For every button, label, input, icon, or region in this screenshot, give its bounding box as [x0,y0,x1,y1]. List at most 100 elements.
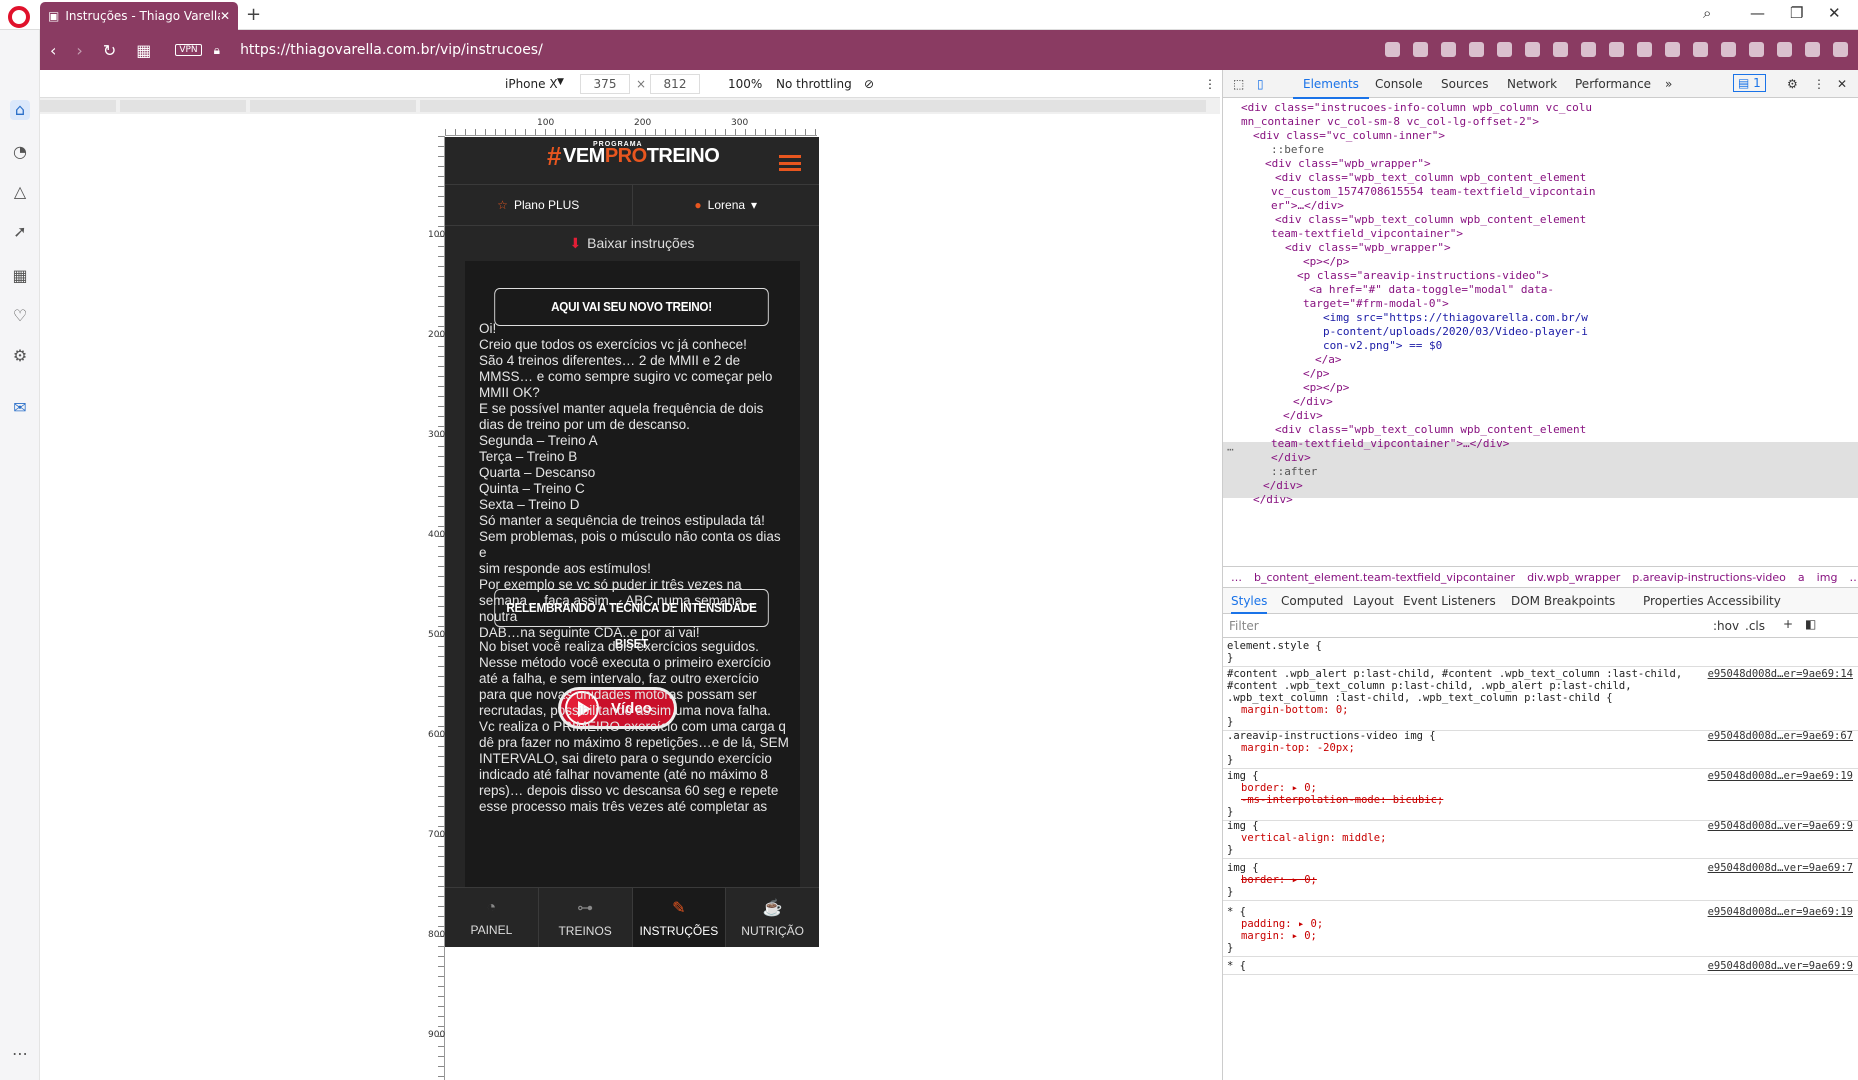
forward-icon[interactable]: › [76,41,82,60]
search-icon[interactable]: ⌕ [1703,4,1711,22]
styles-subtab[interactable]: Layout [1353,594,1394,608]
nav-instrucoes[interactable]: ✎ INSTRUÇÕES [632,888,727,947]
url-field[interactable]: https://thiagovarella.com.br/vip/instruc… [240,42,543,58]
dom-node-line[interactable]: con-v2.png"> == $0 [1323,339,1442,353]
heading-biset[interactable]: RELEMBRANDO A TÉCNICA DE INTENSIDADE BIS… [494,589,769,651]
snapshot-icon[interactable]: △ [10,182,30,202]
styles-subtab[interactable]: Accessibility [1707,594,1781,608]
save-icon[interactable] [1553,42,1568,57]
extension-icon[interactable] [1581,42,1596,57]
cls-toggle[interactable]: .cls [1745,619,1765,633]
extension-icon[interactable] [1749,42,1764,57]
back-icon[interactable]: ‹ [50,41,56,60]
opera-logo-icon[interactable] [8,6,30,28]
dom-node-line[interactable]: </div> [1283,409,1323,423]
device-toggle-icon[interactable]: ▯ [1257,77,1264,91]
extension-icon[interactable] [1637,42,1652,57]
rule-source-link[interactable]: e95048d008d…ver=9ae69:9 [1708,960,1853,972]
edit-icon[interactable] [1385,42,1400,57]
style-rule[interactable]: element.style {} [1223,638,1858,667]
dom-node-line[interactable]: </p> [1303,367,1330,381]
new-tab-icon[interactable]: + [246,4,261,25]
home-icon[interactable]: ⌂ [10,100,30,120]
plan-button[interactable]: ☆ Plano PLUS [445,185,633,225]
dom-node-line[interactable]: <div class="instrucoes-info-column wpb_c… [1241,101,1592,115]
dom-node-line[interactable]: <p class="areavip-instructions-video"> [1297,269,1549,283]
style-rule[interactable]: #content .wpb_alert p:last-child, #conte… [1223,666,1858,731]
breadcrumb-item[interactable]: div.wpb_wrapper [1527,571,1620,584]
nav-painel[interactable]: ◔ PAINEL [445,888,539,947]
dom-node-line[interactable]: p-content/uploads/2020/03/Video-player-i [1323,325,1588,339]
dom-node-line[interactable]: team-textfield_vipcontainer">…</div> [1271,437,1509,451]
inspect-icon[interactable]: ⬚ [1233,77,1244,91]
css-property[interactable]: margin-top: -20px; [1227,742,1855,754]
dom-node-line[interactable]: team-textfield_vipcontainer"> [1271,227,1463,241]
styles-subtab[interactable]: Properties [1643,594,1704,608]
breadcrumb-item[interactable]: … [1231,571,1242,584]
tabs-grid-icon[interactable]: ▦ [136,41,151,60]
download-instructions-link[interactable]: ⬇ Baixar instruções [445,226,819,260]
device-select[interactable]: iPhone X [505,77,558,91]
css-property[interactable]: padding: ▸ 0; [1227,918,1855,930]
hamburger-menu-icon[interactable] [779,155,801,171]
dom-node-line[interactable]: </div> [1293,395,1333,409]
rule-source-link[interactable]: e95048d008d…ver=9ae69:9 [1708,820,1853,832]
css-property[interactable]: -ms-interpolation-mode: bicubic; [1227,794,1855,806]
tab-performance[interactable]: Performance [1575,77,1651,91]
camera-icon[interactable] [1413,42,1428,57]
tab-sources[interactable]: Sources [1441,77,1488,91]
workspaces-icon[interactable]: ▦ [10,266,30,286]
dom-node-line[interactable]: <p></p> [1303,381,1349,395]
css-property[interactable]: vertical-align: middle; [1227,832,1855,844]
close-window-icon[interactable]: ✕ [1828,4,1841,22]
style-rule[interactable]: * {e95048d008d…ver=9ae69:9 [1223,958,1858,975]
breadcrumb-item[interactable]: p.areavip-instructions-video [1632,571,1786,584]
style-rule[interactable]: img {e95048d008d…er=9ae69:19 border: ▸ 0;… [1223,768,1858,821]
history-icon[interactable]: ◔ [10,142,30,162]
dom-node-line[interactable]: <div class="wpb_text_column wpb_content_… [1275,213,1586,227]
tab-console[interactable]: Console [1375,77,1423,91]
style-rule[interactable]: img {e95048d008d…ver=9ae69:9 vertical-ali… [1223,818,1858,859]
block-icon[interactable] [1441,42,1456,57]
maximize-icon[interactable]: ❐ [1790,4,1803,22]
styles-subtab[interactable]: Event Listeners [1403,594,1496,608]
styles-subtab[interactable]: Styles [1231,594,1268,614]
user-menu[interactable]: ● Lorena ▾ [633,185,820,225]
rule-source-link[interactable]: e95048d008d…er=9ae69:14 [1708,668,1853,680]
dom-node-line[interactable]: ::before [1271,143,1324,157]
tab-network[interactable]: Network [1507,77,1557,91]
zoom-select[interactable]: 100% [728,77,762,91]
heart-icon[interactable] [1469,42,1484,57]
dom-node-line[interactable]: </div> [1271,451,1311,465]
styles-subtab[interactable]: Computed [1281,594,1343,608]
breadcrumb-item[interactable]: b_content_element.team-textfield_vipcont… [1254,571,1515,584]
menu-icon[interactable] [1833,42,1848,57]
dom-node-line[interactable]: <div class="wpb_wrapper"> [1265,157,1431,171]
globe-icon[interactable] [1665,42,1680,57]
dom-node-line[interactable]: <a href="#" data-toggle="modal" data- [1309,283,1554,297]
styles-subtab[interactable]: DOM Breakpoints [1511,594,1615,608]
rule-source-link[interactable]: e95048d008d…er=9ae69:19 [1708,770,1853,782]
style-rule[interactable]: * {e95048d008d…er=9ae69:19 padding: ▸ 0; m… [1223,904,1858,957]
browser-tab[interactable]: ▣ Instruções - Thiago Varella ✕ [40,2,238,30]
rule-source-link[interactable]: e95048d008d…er=9ae69:19 [1708,906,1853,918]
dom-node-line[interactable]: <div class="wpb_text_column wpb_content_… [1275,423,1586,437]
extension-icon[interactable] [1777,42,1792,57]
css-property[interactable]: border: ▸ 0; [1227,874,1855,886]
css-property[interactable]: border: ▸ 0; [1227,782,1855,794]
snapshot-icon[interactable] [1693,42,1708,57]
cube-icon[interactable] [1805,42,1820,57]
extension-icon[interactable] [1525,42,1540,57]
css-property[interactable]: margin-bottom: 0; [1227,704,1855,716]
dom-node-line[interactable]: er">…</div> [1271,199,1344,213]
node-ellipsis-icon[interactable]: ⋯ [1227,443,1234,457]
minimize-icon[interactable]: — [1750,4,1765,22]
media-query-bar[interactable] [40,98,1220,114]
rocket-icon[interactable]: ➚ [10,222,30,242]
dom-node-line[interactable]: target="#frm-modal-0"> [1303,297,1449,311]
more-options-icon[interactable]: ⋮ [1813,77,1825,91]
close-devtools-icon[interactable]: ✕ [1837,77,1847,91]
nav-nutricao[interactable]: ☕ NUTRIÇÃO [726,888,819,947]
vpn-badge[interactable]: VPN [175,44,202,56]
reload-icon[interactable]: ↻ [103,41,116,60]
